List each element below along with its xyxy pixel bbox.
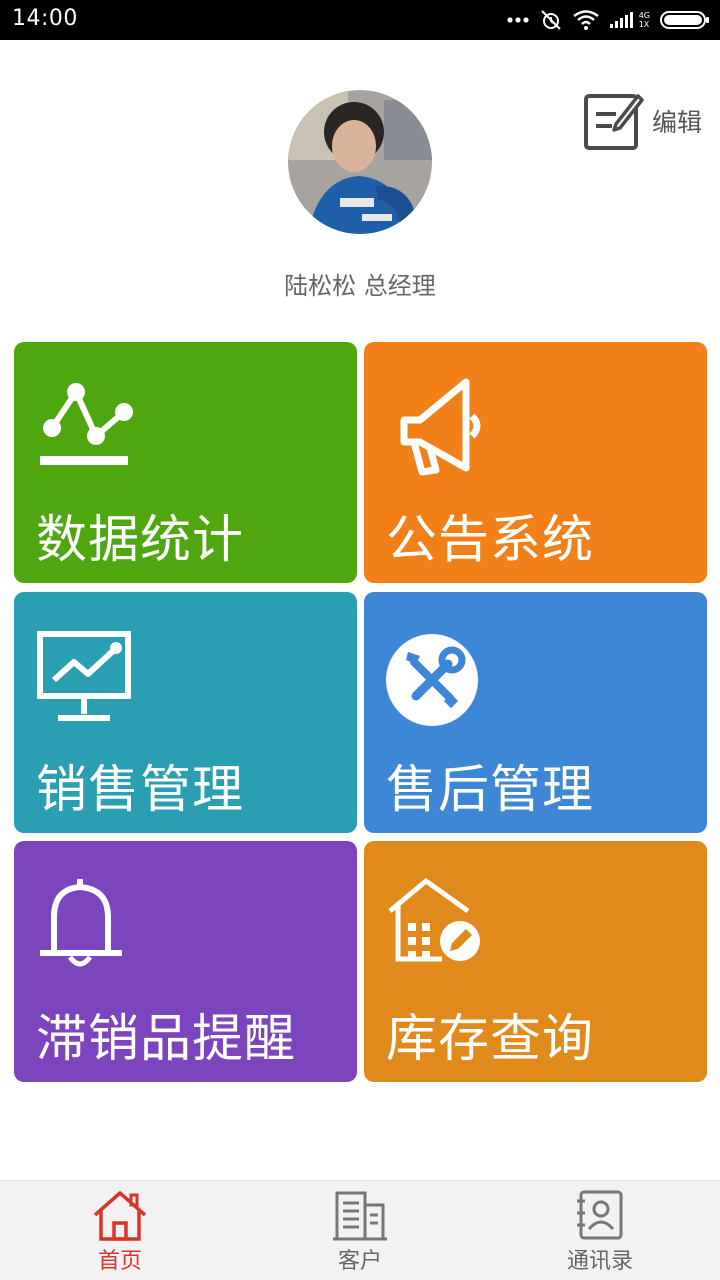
nav-home[interactable]: 首页 [0, 1181, 240, 1280]
nav-label: 首页 [97, 1249, 142, 1274]
tile-slow-moving-reminder[interactable]: 滞销品提醒 [14, 841, 357, 1082]
tile-label: 售后管理 [386, 761, 595, 820]
edit-button[interactable]: 编辑 [582, 90, 702, 152]
edit-label: 编辑 [652, 108, 703, 137]
status-time: 14:00 [12, 6, 78, 31]
nav-label: 通讯录 [566, 1249, 633, 1274]
alarm-off-icon [540, 10, 561, 30]
tile-label: 数据统计 [36, 511, 245, 570]
tile-label: 库存查询 [386, 1010, 595, 1069]
avatar-photo [288, 90, 432, 234]
edit-icon [584, 94, 644, 150]
nav-customers[interactable]: 客户 [240, 1181, 480, 1280]
monitor-chart-icon [37, 631, 131, 721]
nav-label: 客户 [337, 1249, 382, 1274]
chart-line-icon [40, 383, 133, 465]
bottom-nav: 首页 客户 通讯录 [0, 1180, 720, 1280]
signal-icon [609, 12, 633, 28]
building-icon [333, 1191, 387, 1241]
bell-icon [40, 879, 122, 967]
home-icon [93, 1191, 147, 1241]
battery-icon [660, 11, 709, 29]
status-icons: 4G 1X [507, 4, 710, 36]
contacts-icon [577, 1190, 623, 1240]
tile-label: 公告系统 [386, 511, 595, 570]
megaphone-icon [400, 378, 481, 476]
tile-sales-management[interactable]: 销售管理 [14, 592, 357, 833]
wifi-icon [572, 10, 599, 30]
building-edit-icon [388, 877, 480, 962]
network-top: 4G [638, 11, 650, 20]
tile-inventory-query[interactable]: 库存查询 [364, 841, 707, 1082]
tile-data-statistics[interactable]: 数据统计 [14, 342, 357, 583]
tools-icon [386, 634, 478, 726]
tile-label: 滞销品提醒 [36, 1010, 297, 1069]
tile-announcements[interactable]: 公告系统 [364, 342, 707, 583]
tile-after-sales-management[interactable]: 售后管理 [364, 592, 707, 833]
nav-contacts[interactable]: 通讯录 [480, 1181, 720, 1280]
network-bottom: 1X [638, 20, 650, 29]
profile-name: 陆松松 总经理 [284, 272, 436, 300]
avatar[interactable] [288, 90, 432, 234]
status-bar: 14:00 4G 1X [0, 0, 720, 40]
more-dots-icon [507, 17, 529, 23]
tile-label: 销售管理 [36, 761, 245, 820]
network-type: 4G 1X [639, 11, 650, 29]
